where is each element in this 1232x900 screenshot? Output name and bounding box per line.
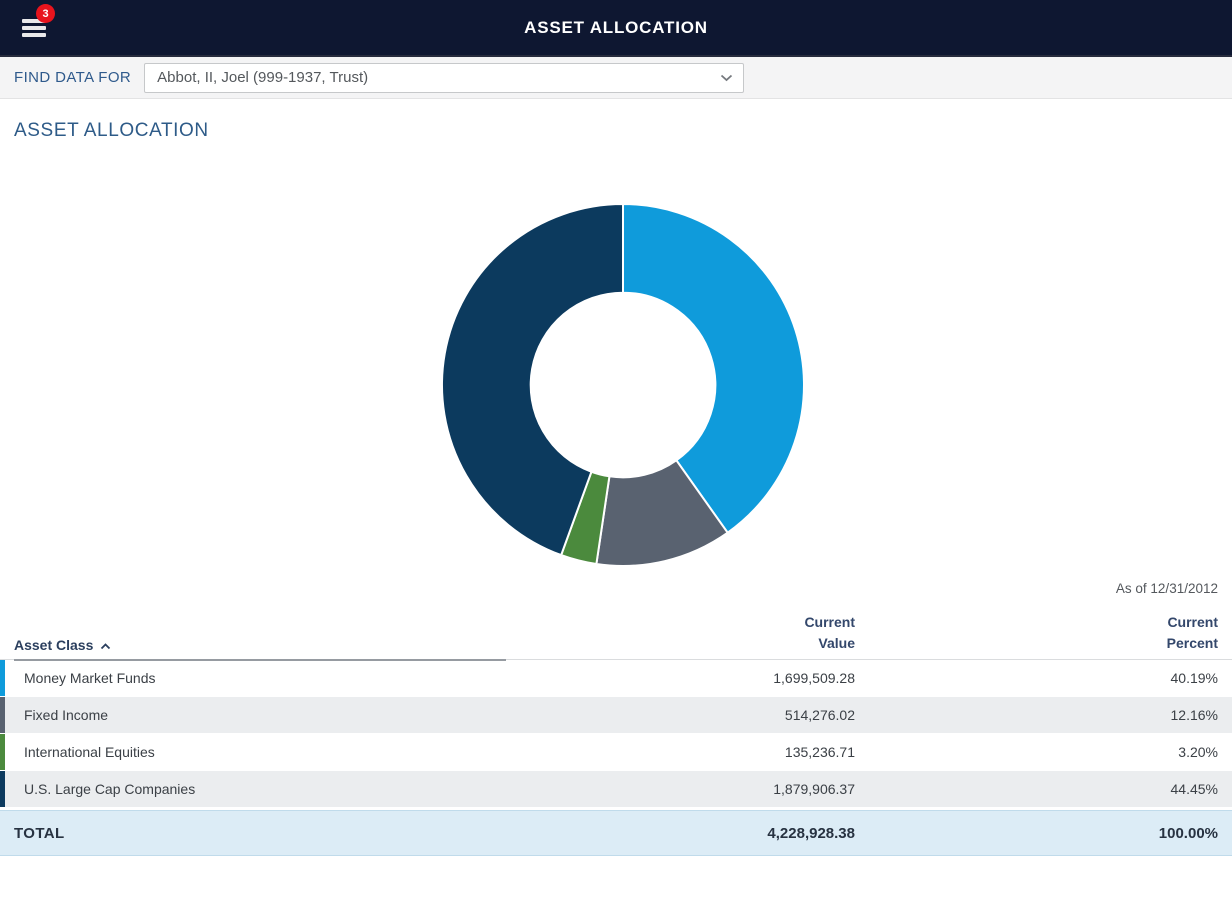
column-header-current-percent[interactable]: Current Percent — [869, 612, 1232, 653]
current-value-cell: 135,236.71 — [534, 744, 869, 760]
column-header-asset-class[interactable]: Asset Class — [0, 637, 534, 653]
current-percent-cell: 40.19% — [869, 670, 1232, 686]
find-data-bar: FIND DATA FOR Abbot, II, Joel (999-1937,… — [0, 57, 1232, 99]
page-title: ASSET ALLOCATION — [14, 120, 1232, 142]
asset-class-cell: Fixed Income — [0, 707, 534, 723]
total-current-percent: 100.00% — [869, 825, 1232, 842]
table-row-fixed-income[interactable]: Fixed Income 514,276.02 12.16% — [0, 697, 1232, 733]
current-value-cell: 1,699,509.28 — [534, 670, 869, 686]
asset-class-cell: International Equities — [0, 744, 534, 760]
column-header-current-value[interactable]: Current Value — [534, 612, 869, 653]
asset-allocation-table: Asset Class Current Value Current Percen… — [0, 604, 1232, 856]
table-row-us-large-cap-companies[interactable]: U.S. Large Cap Companies 1,879,906.37 44… — [0, 771, 1232, 807]
account-select-value: Abbot, II, Joel (999-1937, Trust) — [157, 69, 368, 86]
row-color-indicator — [0, 660, 5, 696]
table-row-international-equities[interactable]: International Equities 135,236.71 3.20% — [0, 734, 1232, 770]
app-title: ASSET ALLOCATION — [524, 18, 708, 38]
table-total-row: TOTAL 4,228,928.38 100.00% — [0, 810, 1232, 856]
row-color-indicator — [0, 734, 5, 770]
current-percent-cell: 3.20% — [869, 744, 1232, 760]
row-color-indicator — [0, 771, 5, 807]
account-select[interactable]: Abbot, II, Joel (999-1937, Trust) — [144, 63, 744, 93]
table-header-row: Asset Class Current Value Current Percen… — [0, 604, 1232, 660]
asset-allocation-donut-chart — [433, 195, 813, 575]
app-header: 3 ASSET ALLOCATION — [0, 0, 1232, 57]
sort-asc-icon — [100, 637, 111, 653]
current-value-cell: 514,276.02 — [534, 707, 869, 723]
total-label: TOTAL — [0, 825, 534, 842]
as-of-date: As of 12/31/2012 — [1116, 581, 1218, 596]
current-value-cell: 1,879,906.37 — [534, 781, 869, 797]
current-percent-cell: 12.16% — [869, 707, 1232, 723]
total-current-value: 4,228,928.38 — [534, 825, 869, 842]
current-percent-cell: 44.45% — [869, 781, 1232, 797]
find-data-for-label: FIND DATA FOR — [14, 69, 131, 86]
asset-allocation-page: 3 ASSET ALLOCATION FIND DATA FOR Abbot, … — [0, 0, 1232, 900]
chevron-down-icon — [720, 74, 733, 82]
asset-class-cell: U.S. Large Cap Companies — [0, 781, 534, 797]
notification-badge: 3 — [36, 4, 55, 23]
row-color-indicator — [0, 697, 5, 733]
asset-class-cell: Money Market Funds — [0, 670, 534, 686]
table-row-money-market-funds[interactable]: Money Market Funds 1,699,509.28 40.19% — [0, 660, 1232, 696]
